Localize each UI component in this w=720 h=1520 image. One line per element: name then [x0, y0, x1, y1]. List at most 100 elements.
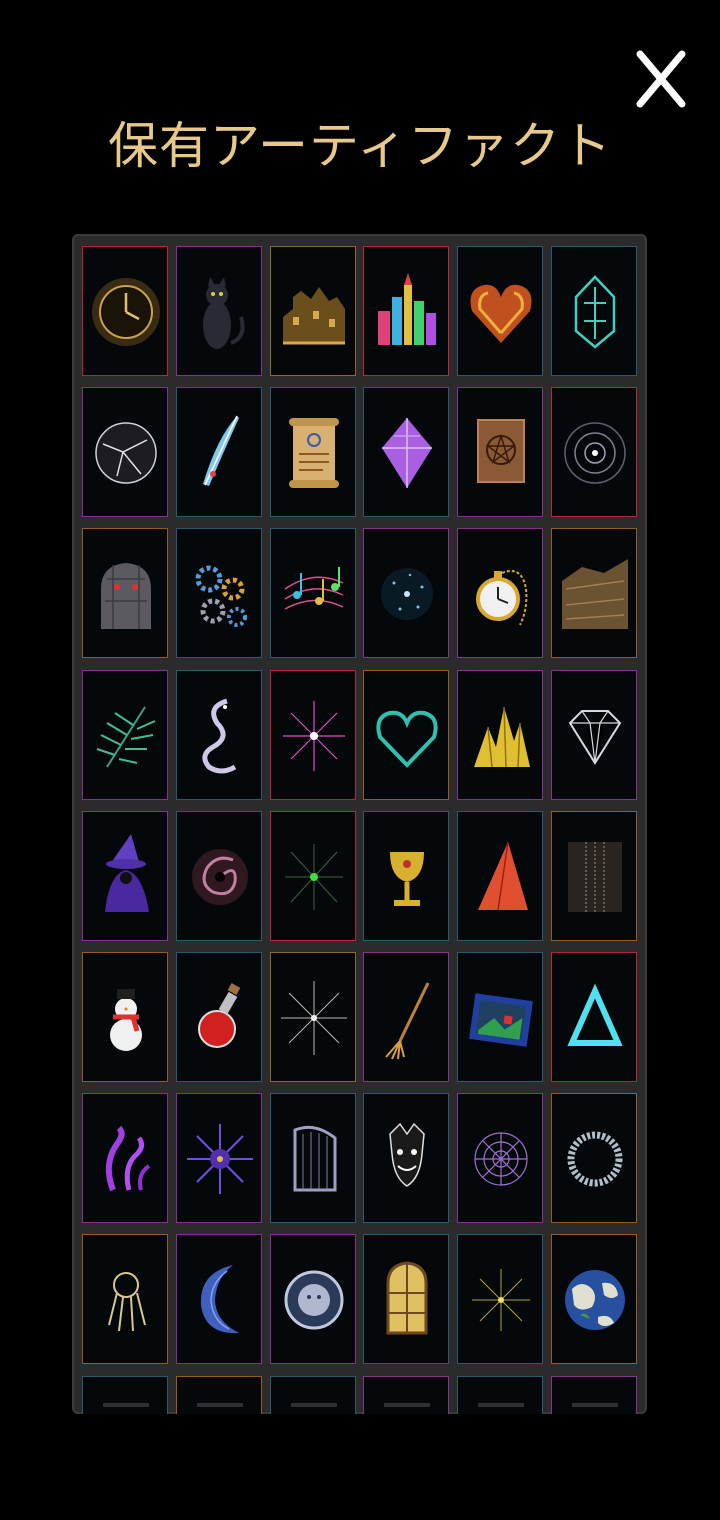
red-potion-icon: [197, 983, 241, 1048]
page-title: 保有アーティファクト: [108, 117, 612, 175]
pentagram-tome-icon: [477, 419, 526, 484]
artifact-card[interactable]: [175, 1375, 262, 1414]
artifact-card[interactable]: [82, 952, 168, 1082]
jester-face-icon: [389, 1123, 426, 1188]
artifact-card[interactable]: [269, 387, 356, 518]
snowman-icon: [110, 989, 142, 1051]
artifact-card[interactable]: [551, 1093, 637, 1224]
harp-icon: [293, 1126, 337, 1192]
partial-artifact-icon: [290, 1402, 337, 1407]
artifact-card[interactable]: [269, 1234, 356, 1365]
artifact-card[interactable]: [457, 387, 544, 518]
artifact-card[interactable]: [363, 1234, 450, 1365]
purple-gem-icon: [382, 418, 433, 489]
artifact-card[interactable]: [82, 387, 168, 518]
green-spark-icon: [284, 843, 343, 910]
fern-icon: [96, 706, 156, 768]
partial-artifact-icon: [572, 1402, 618, 1407]
artifact-card[interactable]: [363, 1375, 450, 1414]
artifact-card[interactable]: [363, 1093, 450, 1224]
world-globe-icon: [565, 1270, 625, 1331]
ouroboros-ring-icon: [567, 1131, 623, 1187]
artifact-card[interactable]: [269, 810, 356, 941]
artifact-card[interactable]: [363, 246, 450, 376]
artifact-card[interactable]: [551, 528, 637, 659]
artifact-card[interactable]: [551, 952, 637, 1082]
artifact-card[interactable]: [457, 528, 544, 659]
artifact-panel[interactable]: [72, 234, 647, 1414]
artifact-card[interactable]: [82, 810, 168, 941]
artifact-card[interactable]: [457, 1375, 544, 1414]
artifact-card[interactable]: [457, 1093, 544, 1224]
artifact-card[interactable]: [269, 952, 356, 1082]
red-blade-icon: [478, 841, 529, 910]
artifact-card[interactable]: [551, 810, 637, 941]
artifact-card[interactable]: [551, 669, 637, 800]
artifact-card[interactable]: [551, 1375, 637, 1414]
artifact-card[interactable]: [175, 669, 262, 800]
stone-golem-icon: [101, 563, 151, 630]
artifact-card[interactable]: [551, 246, 637, 376]
scroll-icon: [288, 418, 339, 489]
artifact-card[interactable]: [269, 1375, 356, 1414]
golden-spark-icon: [472, 1269, 531, 1332]
artifact-card[interactable]: [269, 1093, 356, 1224]
spider-web-icon: [474, 1132, 528, 1186]
artifact-card[interactable]: [269, 246, 356, 376]
artifact-card[interactable]: [457, 246, 544, 376]
artifact-card[interactable]: [175, 528, 262, 659]
blue-feather-icon: [202, 415, 239, 487]
music-notes-icon: [284, 567, 343, 611]
artifact-grid: [72, 234, 647, 1414]
void-web-icon: [564, 422, 626, 484]
artifact-card[interactable]: [457, 952, 544, 1082]
vortex-icon: [191, 848, 248, 905]
sun-medallion-icon: [284, 1270, 344, 1330]
artifact-card[interactable]: [82, 246, 168, 376]
artifact-card[interactable]: [551, 1234, 637, 1365]
artifact-card[interactable]: [175, 952, 262, 1082]
fire-heart-icon: [470, 284, 532, 343]
artifact-card[interactable]: [363, 528, 450, 659]
artifact-card[interactable]: [363, 952, 450, 1082]
pink-burst-icon: [282, 700, 345, 771]
artifact-card[interactable]: [82, 528, 168, 659]
artifact-card[interactable]: [269, 669, 356, 800]
clock-sphere-icon: [92, 278, 160, 346]
stained-window-icon: [386, 1261, 428, 1335]
gears-icon: [195, 565, 247, 628]
rock-cliff-icon: [562, 559, 628, 630]
partial-artifact-icon: [478, 1402, 525, 1407]
artifact-card[interactable]: [82, 1375, 168, 1414]
artifact-card[interactable]: [82, 669, 168, 800]
black-cat-icon: [202, 277, 245, 349]
rainbow-castle-icon: [378, 273, 437, 345]
artifact-card[interactable]: [363, 810, 450, 941]
artifact-card[interactable]: [82, 1234, 168, 1365]
close-icon: [636, 50, 686, 108]
crescent-moon-icon: [200, 1265, 239, 1334]
artifact-card[interactable]: [175, 387, 262, 518]
artifact-card[interactable]: [175, 246, 262, 376]
rune-crystal-icon: [574, 275, 616, 349]
partial-artifact-icon: [196, 1402, 243, 1407]
artifact-card[interactable]: [363, 669, 450, 800]
close-button[interactable]: [632, 48, 690, 110]
artifact-card[interactable]: [269, 528, 356, 659]
artifact-card[interactable]: [82, 1093, 168, 1224]
artifact-card[interactable]: [175, 1234, 262, 1365]
artifact-card[interactable]: [175, 810, 262, 941]
artifact-card[interactable]: [457, 810, 544, 941]
landscape-painting-icon: [469, 993, 534, 1047]
artifact-card[interactable]: [175, 1093, 262, 1224]
teal-heart-icon: [376, 710, 439, 768]
golden-chalice-icon: [390, 851, 425, 906]
urchin-icon: [186, 1124, 253, 1195]
cracked-orb-icon: [95, 422, 157, 484]
key-ring-icon: [108, 1272, 146, 1332]
artifact-card[interactable]: [551, 387, 637, 518]
artifact-card[interactable]: [363, 387, 450, 518]
radiant-star-icon: [280, 981, 347, 1055]
artifact-card[interactable]: [457, 669, 544, 800]
artifact-card[interactable]: [457, 1234, 544, 1365]
